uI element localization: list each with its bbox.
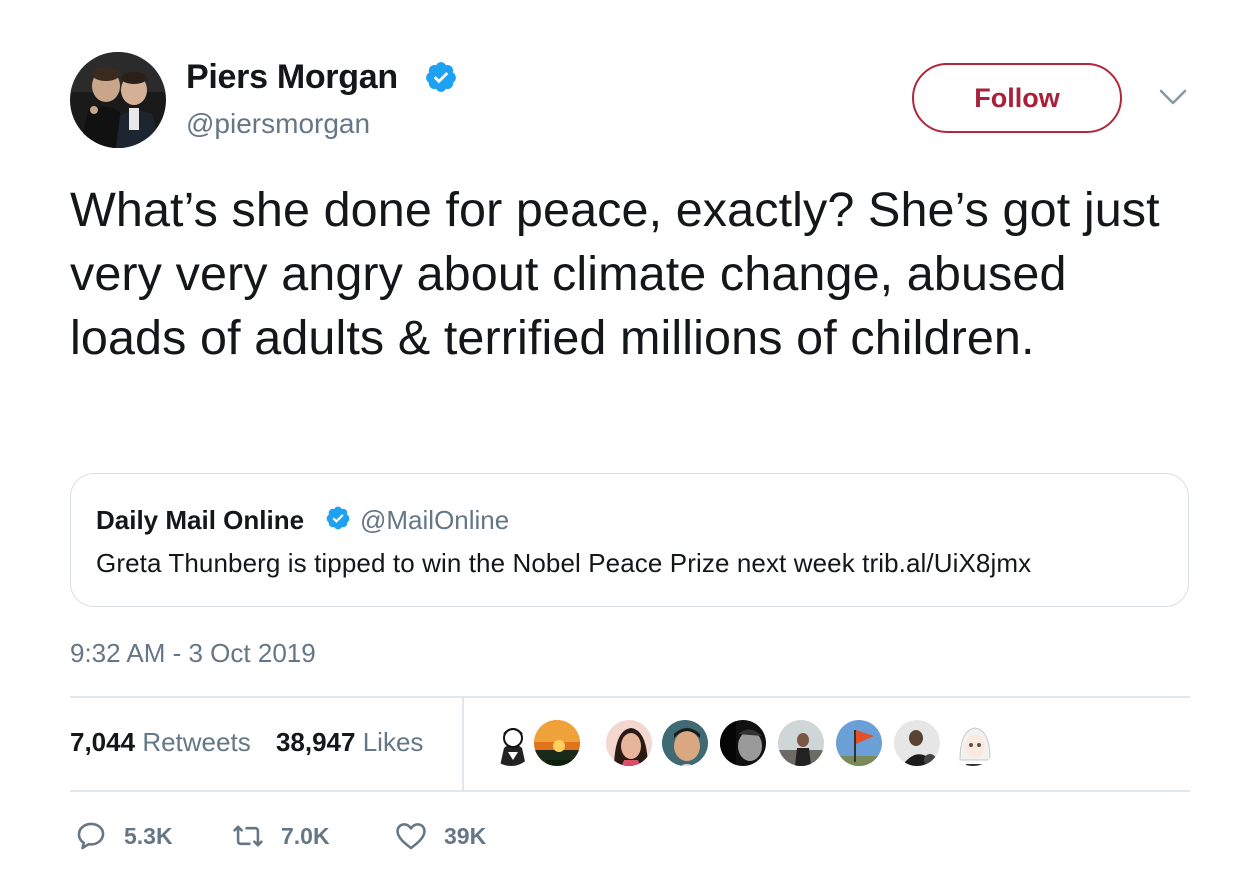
divider xyxy=(70,790,1190,792)
man-avatar[interactable] xyxy=(660,718,710,768)
like-button[interactable]: 39K xyxy=(394,818,486,854)
author-handle[interactable]: @piersmorgan xyxy=(186,108,370,140)
quoted-tweet-text: Greta Thunberg is tipped to win the Nobe… xyxy=(96,548,1032,578)
retweet-count: 7.0K xyxy=(281,822,330,849)
reply-button[interactable]: 5.3K xyxy=(74,818,173,854)
woman-avatar[interactable] xyxy=(604,718,654,768)
bw-portrait-avatar[interactable] xyxy=(718,718,768,768)
man-dark-avatar[interactable] xyxy=(892,718,942,768)
retweets-count: 7,044 xyxy=(70,727,136,757)
tweet-timestamp[interactable]: 9:32 AM - 3 Oct 2019 xyxy=(70,638,316,669)
chevron-down-icon[interactable] xyxy=(1159,88,1187,106)
likes-label: Likes xyxy=(362,727,424,757)
quoted-tweet[interactable]: Daily Mail Online @MailOnline Greta Thun… xyxy=(70,473,1189,607)
divider xyxy=(462,697,464,790)
reply-icon xyxy=(77,822,105,850)
tweet-text: What’s she done for peace, exactly? She’… xyxy=(70,183,1160,365)
street-avatar[interactable] xyxy=(776,718,826,768)
tweet-stats: 7,044 Retweets 38,947 Likes xyxy=(70,727,423,758)
retweet-icon xyxy=(233,825,263,847)
quoted-author-name: Daily Mail Online xyxy=(96,505,305,535)
verified-badge-icon xyxy=(426,62,456,92)
retweets-label: Retweets xyxy=(142,727,251,757)
sunset-avatar[interactable] xyxy=(532,718,582,768)
retweets-stat[interactable]: 7,044 Retweets xyxy=(70,727,251,757)
divider xyxy=(70,696,1190,698)
reply-count: 5.3K xyxy=(124,822,173,849)
heart-icon xyxy=(396,823,426,850)
verified-badge-icon xyxy=(326,506,350,530)
anime-avatar[interactable] xyxy=(948,718,998,768)
author-name[interactable]: Piers Morgan xyxy=(186,58,398,97)
like-count: 39K xyxy=(444,822,487,849)
tweet-card: Piers Morgan @piersmorgan Follow What’s … xyxy=(0,0,1260,878)
likes-stat[interactable]: 38,947 Likes xyxy=(276,727,423,757)
likes-count: 38,947 xyxy=(275,727,356,757)
retweet-button[interactable]: 7.0K xyxy=(231,818,330,854)
follow-button[interactable]: Follow xyxy=(912,63,1122,133)
flag-avatar[interactable] xyxy=(834,718,884,768)
cartoon-avatar[interactable] xyxy=(486,718,536,768)
author-avatar[interactable] xyxy=(70,52,166,148)
quoted-author-handle: @MailOnline xyxy=(360,505,510,535)
